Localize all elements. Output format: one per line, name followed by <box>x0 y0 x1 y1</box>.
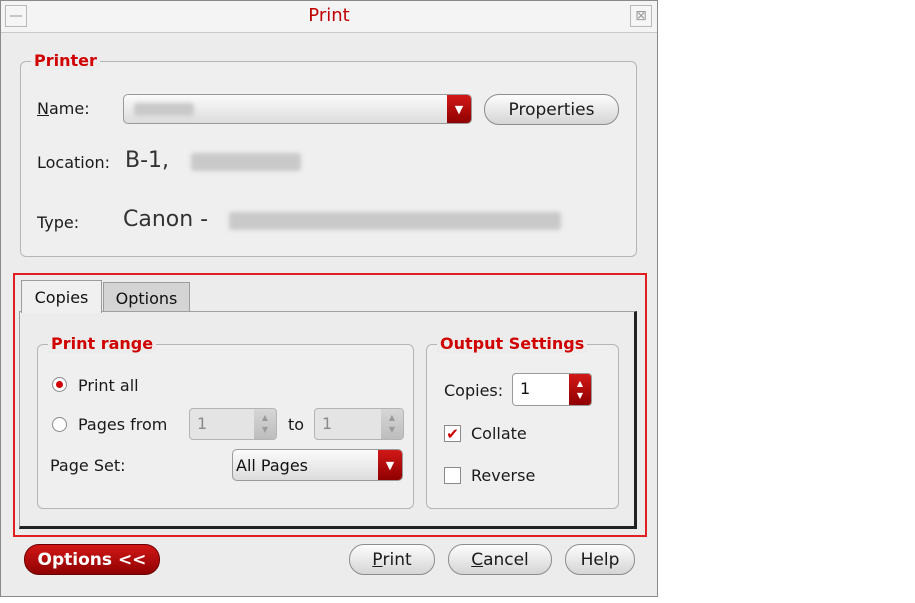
page-set-combo[interactable]: All Pages ▼ <box>232 449 403 481</box>
pages-from-radio[interactable] <box>52 417 67 432</box>
title-bar: — Print ⊠ <box>1 1 657 33</box>
spinner-arrows-icon[interactable]: ▲ ▼ <box>569 374 591 405</box>
print-button[interactable]: Print <box>349 544 435 575</box>
type-value: Canon - <box>123 207 209 232</box>
to-label: to <box>288 415 305 434</box>
print-all-label[interactable]: Print all <box>78 376 139 395</box>
copies-spinner[interactable]: 1 ▲ ▼ <box>512 373 592 406</box>
help-button[interactable]: Help <box>565 544 635 575</box>
chevron-down-icon[interactable]: ▼ <box>447 95 471 123</box>
pages-from-spinner[interactable]: 1 ▲ ▼ <box>189 408 277 440</box>
collate-checkbox[interactable]: ✔ <box>444 424 461 443</box>
location-value: B-1, <box>125 148 170 173</box>
collate-label[interactable]: Collate <box>471 424 527 443</box>
page-set-value: All Pages <box>236 456 308 475</box>
chevron-down-icon[interactable]: ▼ <box>378 450 402 480</box>
close-icon: ⊠ <box>635 8 647 24</box>
printer-name-redacted <box>134 103 194 116</box>
properties-button[interactable]: Properties <box>484 94 619 125</box>
copies-label: Copies: <box>444 381 504 400</box>
print-range-legend: Print range <box>48 334 157 353</box>
printer-name-combo[interactable]: ▼ <box>123 94 472 124</box>
pages-to-spinner[interactable]: 1 ▲ ▼ <box>314 408 404 440</box>
pages-from-label[interactable]: Pages from <box>78 415 167 434</box>
print-dialog: — Print ⊠ Printer Name: ▼ Properties Loc… <box>0 0 658 597</box>
type-label: Type: <box>37 213 80 232</box>
tab-options[interactable]: Options <box>103 282 190 314</box>
name-label: Name: <box>37 99 90 118</box>
print-all-radio[interactable] <box>52 377 67 392</box>
spinner-arrows-icon[interactable]: ▲ ▼ <box>254 409 276 439</box>
spinner-arrows-icon[interactable]: ▲ ▼ <box>381 409 403 439</box>
window-title: Print <box>308 5 350 26</box>
output-settings-legend: Output Settings <box>437 334 588 353</box>
copies-value: 1 <box>520 379 531 398</box>
checkmark-icon: ✔ <box>446 424 459 443</box>
close-button[interactable]: ⊠ <box>630 5 652 27</box>
location-redacted <box>191 153 301 171</box>
reverse-label[interactable]: Reverse <box>471 466 535 485</box>
type-redacted <box>229 212 561 230</box>
tab-copies[interactable]: Copies <box>21 280 102 313</box>
pages-from-value: 1 <box>197 414 208 433</box>
options-toggle-button[interactable]: Options << <box>24 544 160 575</box>
reverse-checkbox[interactable] <box>444 467 461 484</box>
printer-legend: Printer <box>31 51 100 70</box>
page-set-label: Page Set: <box>50 456 126 475</box>
pages-to-value: 1 <box>322 414 333 433</box>
cancel-button[interactable]: Cancel <box>448 544 552 575</box>
location-label: Location: <box>37 153 111 172</box>
radio-selected-dot <box>56 381 63 388</box>
